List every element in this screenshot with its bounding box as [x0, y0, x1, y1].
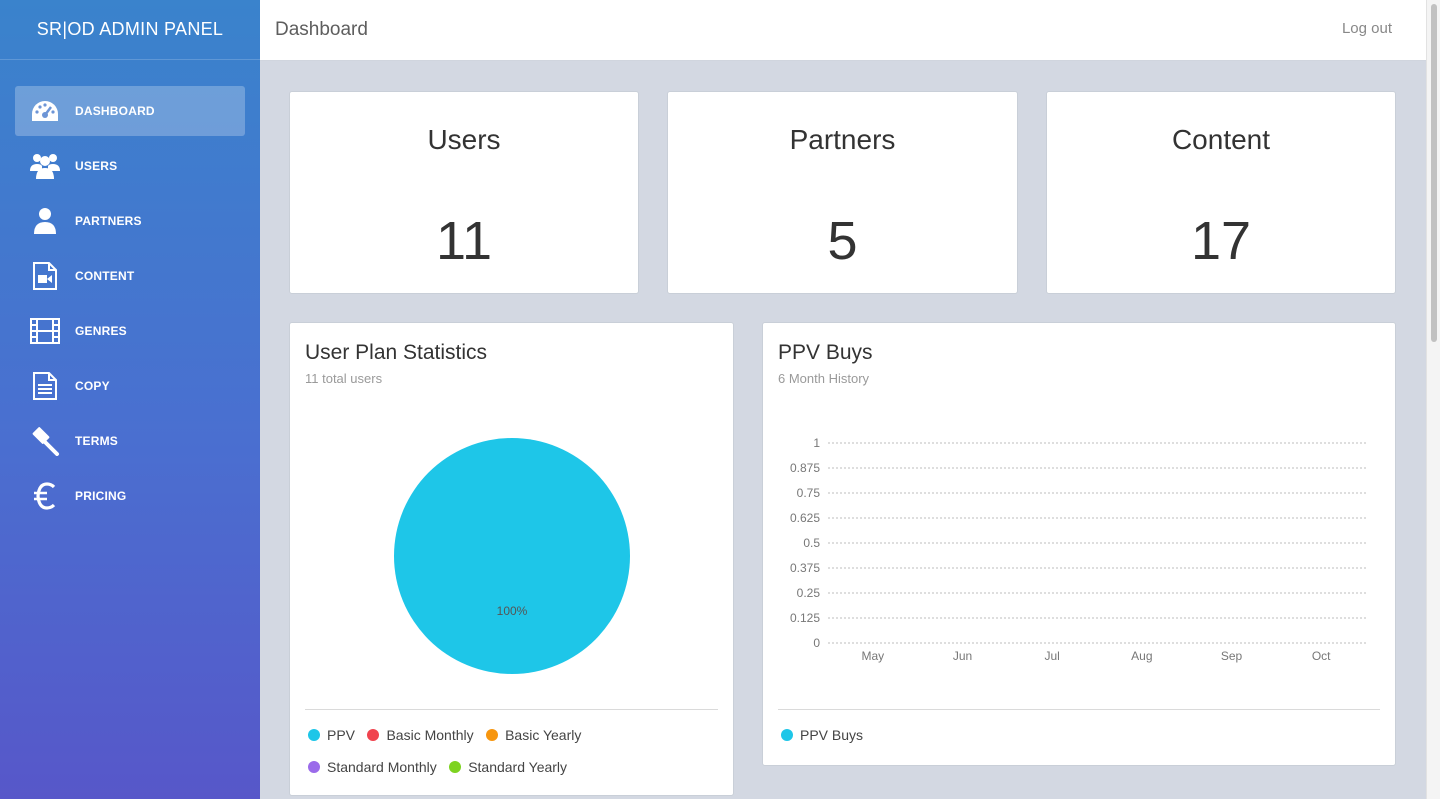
stat-card-partners: Partners 5 [667, 91, 1018, 294]
y-tick-label: 0.75 [797, 486, 821, 500]
sidebar-item-label: GENRES [75, 324, 127, 338]
panel-divider [305, 709, 718, 710]
x-tick-label: Jul [1044, 649, 1059, 663]
legend-label: Basic Monthly [386, 727, 474, 743]
pie-slice-label: 100% [497, 604, 528, 618]
sidebar-item-label: PRICING [75, 489, 127, 503]
legend-label: Standard Yearly [468, 759, 568, 775]
x-tick-label: Aug [1131, 649, 1152, 663]
sidebar-item-label: USERS [75, 159, 118, 173]
y-tick-label: 0 [813, 636, 820, 650]
pie-slice-ppv[interactable] [394, 438, 630, 674]
y-tick-label: 0.5 [803, 536, 820, 550]
stat-value: 11 [435, 211, 493, 271]
stat-title: Partners [789, 124, 896, 155]
ppv-line-chart: 0 0.125 0.25 0.375 0.5 0.625 0.75 0.875 1 May Jun J… [790, 436, 1366, 663]
stat-title: Users [427, 124, 501, 155]
panel-divider [778, 709, 1380, 710]
x-tick-label: Sep [1221, 649, 1243, 663]
user-plan-pie-chart: 100% [394, 438, 630, 674]
sidebar-item-label: TERMS [75, 434, 118, 448]
dashboard-icon [29, 95, 61, 127]
y-tick-label: 1 [813, 436, 820, 450]
y-tick-label: 0.25 [797, 586, 821, 600]
sidebar-item-pricing[interactable]: PRICING [15, 471, 245, 521]
vertical-scrollbar[interactable] [1426, 0, 1440, 799]
user-plan-panel: User Plan Statistics 11 total users 100%… [289, 322, 734, 796]
legend-label: Basic Yearly [505, 727, 582, 743]
sidebar-item-label: COPY [75, 379, 110, 393]
sidebar-nav: DASHBOARD USERS PARTNERS CONTENT GENRES [0, 60, 260, 521]
ppv-buys-panel: PPV Buys 6 Month History 0 0.125 0.25 0.375… [762, 322, 1396, 766]
sidebar-item-genres[interactable]: GENRES [15, 306, 245, 356]
logout-link[interactable]: Log out [1342, 20, 1392, 37]
page-title: Dashboard [275, 19, 368, 40]
legend-label: Standard Monthly [327, 759, 437, 775]
sidebar-item-users[interactable]: USERS [15, 141, 245, 191]
legend-dot-icon [449, 761, 462, 773]
euro-icon [29, 480, 61, 512]
film-icon [29, 315, 61, 347]
legend-label: PPV [327, 727, 356, 743]
legend-dot-icon [367, 729, 380, 741]
x-tick-label: Jun [953, 649, 972, 663]
y-tick-label: 0.125 [790, 611, 820, 625]
sidebar-item-partners[interactable]: PARTNERS [15, 196, 245, 246]
sidebar-item-label: PARTNERS [75, 214, 142, 228]
legend-item[interactable]: PPV [308, 720, 355, 750]
legend-item[interactable]: PPV Buys [781, 720, 863, 750]
legend-dot-icon [308, 729, 320, 741]
user-icon [29, 205, 61, 237]
legend-dot-icon [308, 761, 320, 773]
sidebar-item-terms[interactable]: TERMS [15, 416, 245, 466]
brand-title: SR|OD ADMIN PANEL [0, 0, 260, 60]
x-tick-label: Oct [1312, 649, 1331, 663]
legend-item[interactable]: Basic Yearly [486, 720, 581, 750]
sidebar-item-label: CONTENT [75, 269, 135, 283]
gavel-icon [29, 425, 61, 457]
line-legend: PPV Buys [781, 720, 871, 750]
sidebar: SR|OD ADMIN PANEL DASHBOARD USERS PARTNE… [0, 0, 260, 799]
legend-item[interactable]: Basic Monthly [367, 720, 474, 750]
legend-dot-icon [781, 729, 793, 741]
y-tick-label: 0.625 [790, 511, 820, 525]
document-icon [29, 370, 61, 402]
sidebar-item-copy[interactable]: COPY [15, 361, 245, 411]
pie-legend: PPV Basic Monthly Basic Yearly Standard … [308, 720, 718, 784]
stat-title: Content [1171, 124, 1271, 155]
legend-item[interactable]: Standard Monthly [308, 752, 437, 782]
y-tick-label: 0.875 [790, 461, 820, 475]
stat-card-content: Content 17 [1046, 91, 1396, 294]
stat-value: 5 [827, 211, 858, 271]
sidebar-item-content[interactable]: CONTENT [15, 251, 245, 301]
x-tick-label: May [861, 649, 884, 663]
sidebar-item-dashboard[interactable]: DASHBOARD [15, 86, 245, 136]
legend-item[interactable]: Standard Yearly [449, 752, 567, 782]
legend-label: PPV Buys [800, 727, 864, 743]
stat-value: 17 [1190, 211, 1252, 271]
sidebar-item-label: DASHBOARD [75, 104, 155, 118]
stat-card-users: Users 11 [289, 91, 639, 294]
top-bar: Dashboard Log out [260, 0, 1426, 61]
scrollbar-thumb[interactable] [1431, 4, 1437, 342]
users-icon [29, 150, 61, 182]
video-file-icon [29, 260, 61, 292]
y-tick-label: 0.375 [790, 561, 820, 575]
legend-dot-icon [486, 729, 499, 741]
